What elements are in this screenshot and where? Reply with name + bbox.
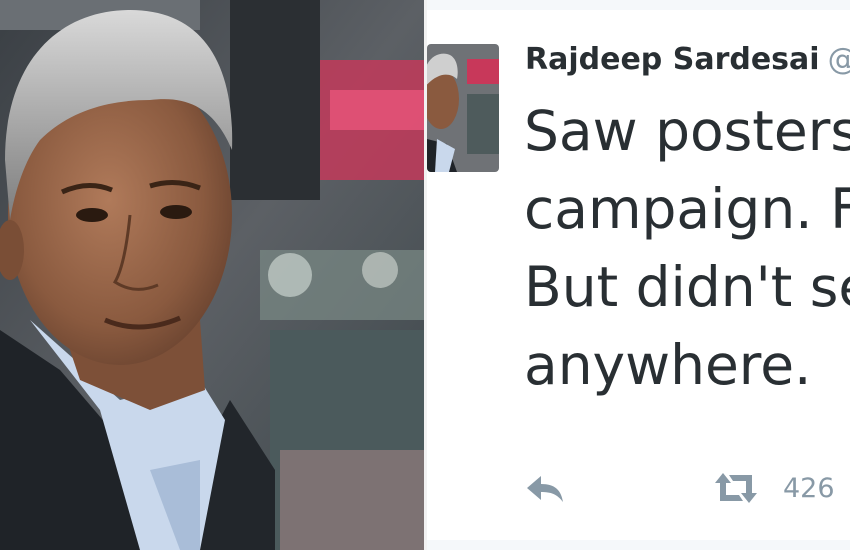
avatar-image: [427, 44, 499, 172]
reply-arrow-icon: [527, 476, 563, 502]
author-name[interactable]: Rajdeep Sardesai: [525, 42, 820, 77]
author-avatar[interactable]: [427, 44, 499, 172]
tweet-card: Rajdeep Sardesai@s Saw posters campaign.…: [427, 0, 850, 550]
tweet-line: But didn't se: [524, 255, 850, 319]
tweet-header: Rajdeep Sardesai@s: [525, 40, 850, 80]
tweet-text: Saw posters campaign. F But didn't se an…: [524, 92, 850, 404]
tweet-top-border: [427, 0, 850, 10]
author-handle[interactable]: @s: [828, 42, 850, 77]
retweet-button[interactable]: 426: [711, 466, 835, 510]
photo-rajdeep-sardesai: [0, 0, 424, 550]
tweet-line: anywhere.: [524, 333, 812, 397]
tweet-line: campaign. F: [524, 177, 850, 241]
retweet-icon: [715, 473, 757, 503]
reply-button[interactable]: [525, 466, 565, 510]
retweet-count: 426: [783, 472, 835, 504]
tweet-bottom-border: [427, 540, 850, 550]
tweet-line: Saw posters: [524, 99, 850, 163]
portrait-image: [0, 0, 424, 550]
